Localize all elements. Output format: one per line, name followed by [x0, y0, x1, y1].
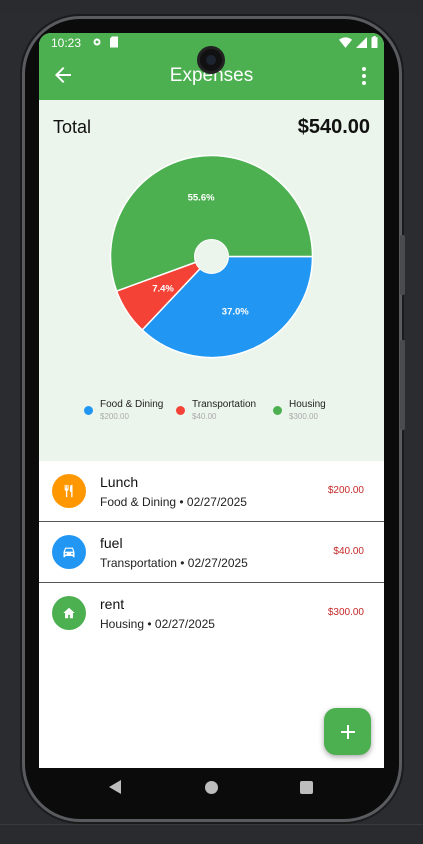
expense-subtitle: Transportation • 02/27/2025: [100, 556, 248, 570]
window-bottom-bar: [0, 824, 423, 844]
pie-center-hole: [194, 239, 229, 274]
volume-button: [400, 235, 405, 295]
expense-subtitle: Food & Dining • 02/27/2025: [100, 495, 247, 509]
nav-back-icon[interactable]: [109, 780, 121, 794]
expense-title: fuel: [100, 535, 123, 551]
system-nav-bar: [39, 768, 384, 808]
expense-amount: $40.00: [333, 546, 364, 557]
expense-pie-chart: 37.0% 7.4% 55.6%: [109, 154, 314, 359]
front-camera: [197, 46, 225, 74]
more-vert-icon[interactable]: [354, 65, 374, 87]
expense-row-lunch[interactable]: Lunch Food & Dining • 02/27/2025 $200.00: [39, 461, 384, 522]
legend-label: Housing: [289, 399, 326, 410]
summary-card: Total $540.00 37.0% 7.4% 55.6% Food & Dini…: [39, 100, 384, 461]
signal-icon: [356, 36, 367, 48]
car-avatar: [52, 535, 86, 569]
legend-swatch: [273, 406, 282, 415]
add-expense-button[interactable]: [324, 708, 371, 755]
restaurant-avatar: [52, 474, 86, 508]
expense-list: Lunch Food & Dining • 02/27/2025 $200.00 fu…: [39, 461, 384, 644]
plus-icon: [340, 724, 355, 739]
car-icon: [62, 545, 76, 559]
legend-label: Transportation: [192, 399, 257, 410]
home-avatar: [52, 596, 86, 630]
pie-slice-label: 37.0%: [222, 307, 249, 318]
legend-label: Food & Dining: [100, 399, 164, 410]
expense-title: Lunch: [100, 474, 139, 490]
wifi-icon: [339, 36, 352, 48]
app-screen: 10:23 Expenses Total $540.00 37.0% 7.4% 55…: [39, 33, 384, 768]
window-top-bar: [0, 0, 423, 14]
status-time: 10:23: [51, 36, 82, 50]
pie-slice-label: 7.4%: [152, 283, 174, 294]
power-button: [400, 340, 405, 430]
total-value: $540.00: [297, 116, 370, 138]
chart-legend: Food & Dining $200.00 Transportation $40.00…: [39, 398, 384, 428]
expense-row-fuel[interactable]: fuel Transportation • 02/27/2025 $40.00: [39, 522, 384, 583]
legend-swatch: [176, 406, 185, 415]
legend-amount: $40.00: [192, 412, 217, 421]
nav-recents-icon[interactable]: [300, 781, 313, 794]
home-icon: [62, 606, 76, 620]
expense-row-rent[interactable]: rent Housing • 02/27/2025 $300.00: [39, 583, 384, 644]
battery-icon: [371, 36, 378, 48]
legend-amount: $300.00: [289, 412, 318, 421]
nav-home-icon[interactable]: [205, 781, 218, 794]
total-label: Total: [53, 117, 92, 137]
expense-title: rent: [100, 596, 125, 612]
pie-slice-label: 55.6%: [188, 192, 215, 203]
restaurant-icon: [62, 484, 76, 498]
legend-amount: $200.00: [100, 412, 129, 421]
expense-amount: $300.00: [327, 607, 364, 618]
settings-status-icon: [93, 38, 101, 46]
expense-amount: $200.00: [327, 485, 364, 496]
sd-card-icon: [110, 36, 118, 48]
expense-subtitle: Housing • 02/27/2025: [100, 617, 215, 631]
legend-swatch: [84, 406, 93, 415]
